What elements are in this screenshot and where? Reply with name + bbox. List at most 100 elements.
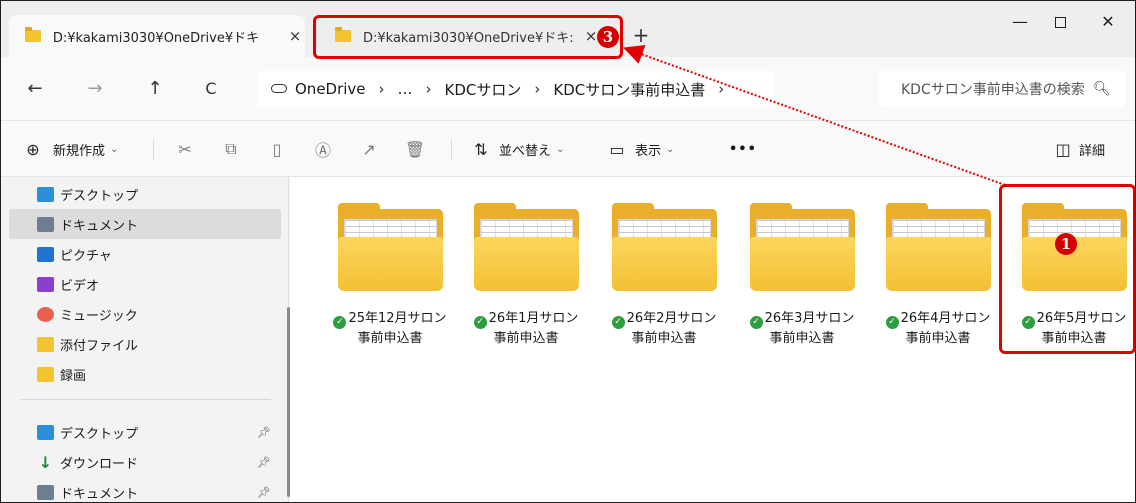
address-bar[interactable]: OneDrive › … › KDCサロン › KDCサロン事前申込書 › <box>257 71 775 107</box>
quick-access-downloads[interactable]: ↓ ダウンロード 📌︎ <box>37 447 281 477</box>
folder-icon <box>37 336 54 352</box>
breadcrumb-separator[interactable]: › <box>426 80 432 98</box>
folder-icon <box>612 203 717 293</box>
sidebar-divider <box>21 399 271 400</box>
search-placeholder: KDCサロン事前申込書の検索 <box>901 82 1085 98</box>
back-button[interactable]: ← <box>21 77 49 101</box>
folder-item[interactable]: ✓ 26年3月サロン 事前申込書 <box>738 189 866 359</box>
minimize-icon: — <box>1012 12 1028 31</box>
pin-icon[interactable]: 📌︎ <box>257 486 271 499</box>
share-button[interactable]: ↗ <box>357 137 381 161</box>
paste-icon: ▯ <box>272 139 282 159</box>
sort-icon: ⇅ <box>474 139 488 159</box>
sidebar-item-label: ドキュメント <box>60 218 139 234</box>
more-options-button[interactable]: ••• <box>729 137 757 161</box>
sidebar-item-label: ピクチャ <box>60 248 112 264</box>
details-label: 詳細 <box>1079 143 1106 159</box>
details-pane-button[interactable]: ◫ 詳細 <box>1051 137 1105 161</box>
command-bar: ⊕ 新規作成 ⌄ ✂ ⧉ ▯ Ⓐ ↗ 🗑︎ ⇅ 並べ替え ⌄ ▭ 表示 ⌄ ••… <box>1 121 1135 177</box>
tab-close-button[interactable]: × <box>285 27 305 45</box>
navigation-bar: ← → ↑ C OneDrive › … › KDCサロン › KDCサロン事前… <box>1 57 1135 121</box>
sidebar-item-attachments[interactable]: 添付ファイル <box>37 329 281 359</box>
folder-icon <box>886 203 991 293</box>
rename-button[interactable]: Ⓐ <box>311 137 335 161</box>
folder-item[interactable]: ✓ 25年12月サロン 事前申込書 <box>326 189 454 359</box>
sidebar-item-label: デスクトップ <box>60 188 139 204</box>
desktop-icon <box>37 424 54 440</box>
sidebar-item-pictures[interactable]: ピクチャ <box>37 239 281 269</box>
search-icon: 🔍︎ <box>1093 81 1111 97</box>
share-icon: ↗ <box>362 139 376 159</box>
folder-icon <box>338 203 443 293</box>
pictures-icon <box>37 246 54 262</box>
refresh-button[interactable]: C <box>197 77 225 101</box>
breadcrumb-separator[interactable]: › <box>718 80 724 98</box>
folder-name: ✓ 25年12月サロン 事前申込書 <box>326 309 454 349</box>
sidebar-item-documents[interactable]: ドキュメント <box>9 209 281 239</box>
tab-title: D:¥kakami3030¥OneDrive¥ドキ <box>52 30 260 46</box>
new-tab-button[interactable]: + <box>629 23 653 47</box>
download-icon: ↓ <box>38 452 53 472</box>
search-box[interactable]: KDCサロン事前申込書の検索 🔍︎ <box>879 71 1125 107</box>
pin-icon[interactable]: 📌︎ <box>257 426 271 439</box>
sidebar-item-label: ミュージック <box>60 308 138 324</box>
up-button[interactable]: ↑ <box>141 77 169 101</box>
tab-1[interactable]: D:¥kakami3030¥OneDrive¥ドキ × <box>9 15 305 57</box>
sidebar-item-label: 添付ファイル <box>60 338 139 354</box>
details-pane-icon: ◫ <box>1055 139 1071 159</box>
breadcrumb-onedrive[interactable]: OneDrive <box>295 80 366 98</box>
up-arrow-icon: ↑ <box>147 78 163 99</box>
trash-icon: 🗑︎ <box>404 139 426 159</box>
maximize-button[interactable] <box>1037 7 1083 37</box>
new-button[interactable]: ⊕ 新規作成 ⌄ <box>21 137 118 161</box>
highlight-tab-box <box>313 15 623 59</box>
quick-access-documents[interactable]: ドキュメント 📌︎ <box>37 477 281 502</box>
sidebar-item-label: 録画 <box>60 368 87 384</box>
divider <box>153 139 154 161</box>
copy-icon: ⧉ <box>225 139 237 158</box>
sidebar-item-videos[interactable]: ビデオ <box>37 269 281 299</box>
sidebar-item-desktop[interactable]: デスクトップ <box>37 179 281 209</box>
pin-icon[interactable]: 📌︎ <box>257 456 271 469</box>
sidebar-item-label: ドキュメント <box>60 486 139 502</box>
navigation-pane: デスクトップ ドキュメント ピクチャ ビデオ ミュージック 添付ファイル 録画 <box>1 177 290 502</box>
chevron-down-icon: ⌄ <box>556 143 565 155</box>
synced-check-icon: ✓ <box>333 316 347 329</box>
view-button[interactable]: ▭ 表示 ⌄ <box>605 137 674 161</box>
new-label: 新規作成 <box>53 143 106 159</box>
sort-button[interactable]: ⇅ 並べ替え ⌄ <box>469 137 564 161</box>
paste-button[interactable]: ▯ <box>265 137 289 161</box>
folder-item[interactable]: ✓ 26年4月サロン 事前申込書 <box>874 189 1002 359</box>
breadcrumb-separator[interactable]: › <box>534 80 540 98</box>
chevron-down-icon: ⌄ <box>666 143 675 155</box>
delete-button[interactable]: 🗑︎ <box>403 137 427 161</box>
folder-icon <box>37 366 54 382</box>
close-button[interactable]: ✕ <box>1085 7 1131 37</box>
annotation-badge-1: 1 <box>1055 233 1077 255</box>
folder-name: ✓ 26年4月サロン 事前申込書 <box>874 309 1002 349</box>
cut-button[interactable]: ✂ <box>173 137 197 161</box>
sidebar-item-label: デスクトップ <box>60 426 139 442</box>
breadcrumb-separator[interactable]: › <box>379 80 385 98</box>
highlight-folder-box <box>999 184 1135 354</box>
quick-access-desktop[interactable]: デスクトップ 📌︎ <box>37 417 281 447</box>
breadcrumb-current[interactable]: KDCサロン事前申込書 <box>553 79 705 100</box>
breadcrumb-overflow[interactable]: … <box>398 80 413 98</box>
folder-icon <box>474 203 579 293</box>
forward-button[interactable]: → <box>81 77 109 101</box>
synced-check-icon: ✓ <box>885 316 899 329</box>
sidebar-item-music[interactable]: ミュージック <box>37 299 281 329</box>
plus-circle-icon: ⊕ <box>26 139 40 159</box>
folder-item[interactable]: ✓ 26年1月サロン 事前申込書 <box>462 189 590 359</box>
music-icon <box>37 306 54 322</box>
folder-icon <box>25 27 41 42</box>
breadcrumb-kdc-salon[interactable]: KDCサロン <box>445 79 522 100</box>
folder-item[interactable]: ✓ 26年2月サロン 事前申込書 <box>600 189 728 359</box>
close-icon: ✕ <box>1101 12 1115 31</box>
cut-icon: ✂ <box>178 139 192 159</box>
folder-icon <box>750 203 855 293</box>
sort-label: 並べ替え <box>499 143 552 159</box>
folder-name: ✓ 26年1月サロン 事前申込書 <box>462 309 590 349</box>
sidebar-item-recordings[interactable]: 録画 <box>37 359 281 389</box>
copy-button[interactable]: ⧉ <box>219 137 243 161</box>
